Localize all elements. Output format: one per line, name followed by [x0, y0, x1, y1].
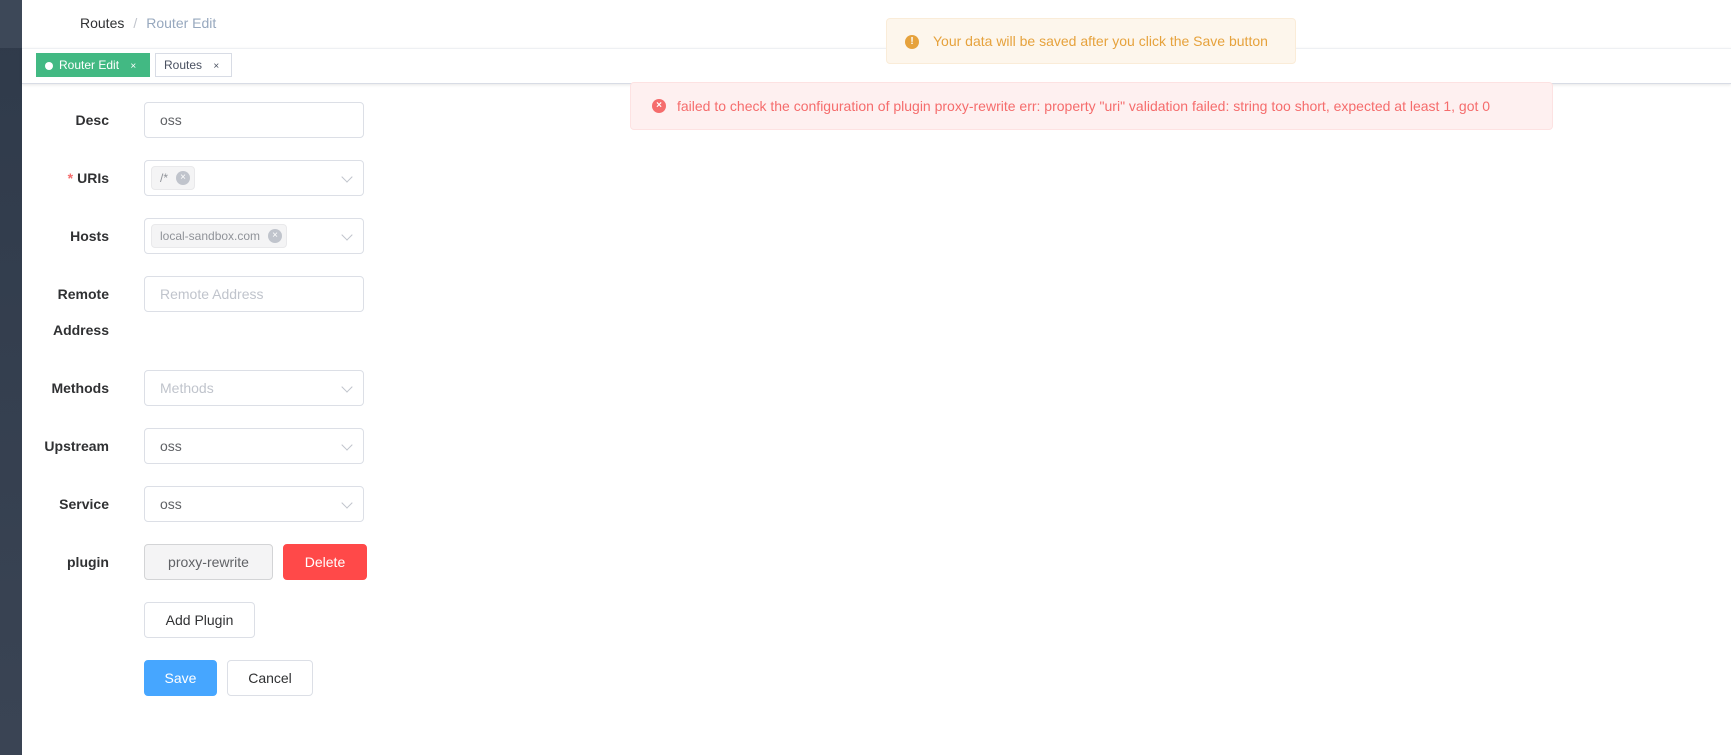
- uri-tag: /* ×: [151, 166, 196, 190]
- error-text: failed to check the configuration of plu…: [677, 98, 1491, 114]
- desc-input[interactable]: [160, 104, 340, 136]
- error-icon: ×: [652, 99, 666, 113]
- hosts-select[interactable]: local-sandbox.com ×: [144, 218, 364, 254]
- plugin-label: plugin: [67, 554, 109, 570]
- sidebar: [0, 0, 22, 755]
- error-message: × failed to check the configuration of p…: [630, 82, 1553, 130]
- upstream-label: Upstream: [44, 438, 109, 454]
- desc-field[interactable]: [144, 102, 364, 138]
- methods-placeholder: Methods: [160, 380, 214, 396]
- upstream-select[interactable]: oss: [144, 428, 364, 464]
- service-value: oss: [160, 496, 182, 512]
- host-tag-label: local-sandbox.com: [160, 229, 261, 243]
- add-plugin-button[interactable]: Add Plugin: [144, 602, 255, 638]
- tag-remove-icon[interactable]: ×: [268, 228, 283, 243]
- warning-text: Your data will be saved after you click …: [933, 33, 1268, 49]
- delete-plugin-button[interactable]: Delete: [283, 544, 367, 580]
- chevron-down-icon: [341, 381, 353, 393]
- active-dot-icon: [45, 62, 53, 70]
- methods-label: Methods: [51, 380, 109, 396]
- remote-address-label-line1: Remote: [57, 286, 109, 302]
- cancel-button[interactable]: Cancel: [227, 660, 313, 696]
- breadcrumb: Routes / Router Edit: [80, 14, 216, 32]
- remote-address-label-line2: Address: [52, 322, 109, 338]
- chevron-down-icon: [341, 171, 353, 183]
- breadcrumb-separator: /: [133, 15, 138, 31]
- tag-router-edit[interactable]: Router Edit ×: [36, 53, 150, 77]
- chevron-down-icon: [341, 229, 353, 241]
- uris-select[interactable]: /* ×: [144, 160, 364, 196]
- plugin-proxy-rewrite-button[interactable]: proxy-rewrite: [144, 544, 273, 580]
- close-icon[interactable]: ×: [130, 56, 136, 78]
- tag-label: Router Edit: [59, 58, 120, 72]
- remote-address-input[interactable]: [160, 278, 340, 310]
- warning-message: ! Your data will be saved after you clic…: [886, 18, 1296, 64]
- chevron-down-icon: [341, 439, 353, 451]
- host-tag: local-sandbox.com ×: [151, 224, 288, 248]
- main-content: Routes / Router Edit Router Edit × Routes …: [22, 0, 1731, 755]
- desc-label: Desc: [75, 112, 109, 128]
- hosts-label: Hosts: [70, 228, 109, 244]
- upstream-value: oss: [160, 438, 182, 454]
- close-icon[interactable]: ×: [213, 56, 219, 78]
- sidebar-header: [0, 0, 22, 48]
- uri-tag-label: /*: [160, 171, 169, 185]
- chevron-down-icon: [341, 497, 353, 509]
- warning-icon: !: [905, 35, 919, 49]
- methods-select[interactable]: Methods: [144, 370, 364, 406]
- tag-remove-icon[interactable]: ×: [176, 170, 191, 185]
- service-select[interactable]: oss: [144, 486, 364, 522]
- remote-address-field[interactable]: [144, 276, 364, 312]
- uris-label: URIs: [68, 170, 109, 186]
- tag-label: Routes: [164, 58, 203, 72]
- service-label: Service: [59, 496, 109, 512]
- tag-routes[interactable]: Routes ×: [155, 53, 232, 77]
- tags-view-bar: Router Edit × Routes ×: [22, 48, 1731, 84]
- save-button[interactable]: Save: [144, 660, 217, 696]
- breadcrumb-item-current: Router Edit: [146, 15, 217, 31]
- breadcrumb-item-routes[interactable]: Routes: [80, 15, 124, 31]
